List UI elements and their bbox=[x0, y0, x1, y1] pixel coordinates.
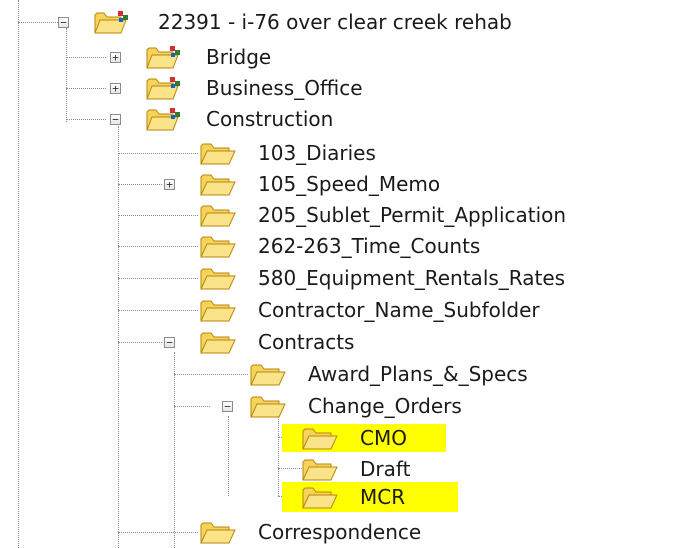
folder-icon bbox=[200, 265, 236, 291]
tree-guide-line bbox=[118, 126, 119, 548]
tree-item-label[interactable]: 580_Equipment_Rentals_Rates bbox=[256, 264, 567, 292]
folder-icon bbox=[302, 456, 338, 482]
tree-guide-line bbox=[174, 352, 175, 548]
tree-guide-line bbox=[118, 310, 198, 311]
tree-guide-line bbox=[278, 468, 302, 469]
folder-icon bbox=[200, 297, 236, 323]
tree-guide-line bbox=[66, 57, 106, 58]
tree-item-label[interactable]: Change_Orders bbox=[306, 392, 464, 420]
tree-item-label[interactable]: Contracts bbox=[256, 328, 356, 356]
tree-item-label[interactable]: 105_Speed_Memo bbox=[256, 170, 442, 198]
tree-guide-line bbox=[118, 342, 162, 343]
folder-icon bbox=[250, 361, 286, 387]
folder-icon bbox=[250, 393, 286, 419]
tree-guide-line bbox=[174, 374, 248, 375]
expand-toggle[interactable]: + bbox=[164, 179, 175, 190]
project-folder-icon bbox=[94, 9, 130, 35]
folder-icon bbox=[200, 171, 236, 197]
tree-guide-line bbox=[118, 184, 162, 185]
tree-item-label[interactable]: 22391 - i-76 over clear creek rehab bbox=[156, 8, 514, 36]
collapse-toggle[interactable]: − bbox=[58, 17, 69, 28]
tree-guide-line bbox=[66, 119, 106, 120]
folder-icon bbox=[200, 329, 236, 355]
tree-item-label[interactable]: 205_Sublet_Permit_Application bbox=[256, 201, 568, 229]
tree-item-label[interactable]: Draft bbox=[358, 455, 412, 483]
tree-guide-line bbox=[66, 28, 67, 122]
folder-icon bbox=[302, 425, 338, 451]
collapse-toggle[interactable]: − bbox=[110, 114, 121, 125]
tree-item-label[interactable]: Business_Office bbox=[204, 74, 365, 102]
tree-item-label[interactable]: Contractor_Name_Subfolder bbox=[256, 296, 542, 324]
tree-guide-line bbox=[174, 406, 210, 407]
expand-toggle[interactable]: + bbox=[110, 83, 121, 94]
tree-item-label[interactable]: CMO bbox=[358, 424, 409, 452]
folder-icon bbox=[200, 233, 236, 259]
tree-guide-line bbox=[118, 278, 198, 279]
collapse-toggle[interactable]: − bbox=[222, 401, 233, 412]
folder-icon bbox=[200, 202, 236, 228]
project-folder-icon bbox=[146, 75, 182, 101]
tree-item-label[interactable]: 262-263_Time_Counts bbox=[256, 232, 482, 260]
tree-item-label[interactable]: Construction bbox=[204, 105, 335, 133]
tree-guide-line bbox=[18, 0, 19, 548]
tree-item-label[interactable]: MCR bbox=[358, 483, 407, 511]
project-folder-icon bbox=[146, 106, 182, 132]
tree-guide-line bbox=[118, 532, 198, 533]
tree-guide-line bbox=[278, 416, 279, 496]
tree-item-label[interactable]: 103_Diaries bbox=[256, 139, 378, 167]
tree-guide-line bbox=[228, 416, 229, 496]
tree-guide-line bbox=[118, 215, 198, 216]
tree-item-label[interactable]: Award_Plans_&_Specs bbox=[306, 360, 530, 388]
folder-icon bbox=[200, 140, 236, 166]
project-folder-icon bbox=[146, 44, 182, 70]
tree-item-label[interactable]: Correspondence bbox=[256, 518, 423, 546]
tree-item-label[interactable]: Bridge bbox=[204, 43, 273, 71]
tree-guide-line bbox=[118, 246, 198, 247]
tree-guide-line bbox=[118, 153, 198, 154]
tree-guide-line bbox=[66, 88, 106, 89]
folder-icon bbox=[200, 519, 236, 545]
expand-toggle[interactable]: + bbox=[110, 52, 121, 63]
folder-icon bbox=[302, 484, 338, 510]
folder-tree: − 22391 - i-76 over clear creek rehab + … bbox=[0, 0, 697, 548]
collapse-toggle[interactable]: − bbox=[164, 337, 175, 348]
